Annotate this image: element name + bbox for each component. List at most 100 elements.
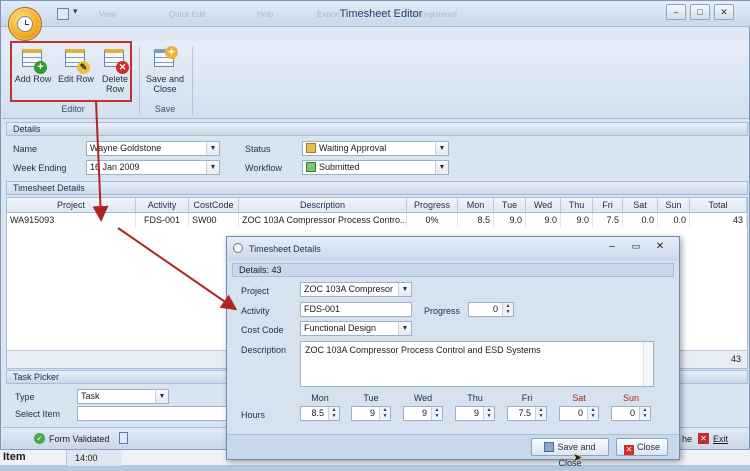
column-header-description[interactable]: Description bbox=[239, 198, 407, 213]
exit-button[interactable]: ✕ Exit bbox=[696, 431, 748, 447]
type-combobox[interactable]: Task ▼ bbox=[77, 389, 169, 404]
column-header-total[interactable]: Total bbox=[690, 198, 747, 213]
column-header-activity[interactable]: Activity bbox=[136, 198, 189, 213]
status-combobox[interactable]: Waiting Approval ▼ bbox=[302, 141, 449, 156]
exit-icon: ✕ bbox=[698, 433, 709, 444]
column-header-sat[interactable]: Sat bbox=[623, 198, 658, 213]
ribbon-tab-strip bbox=[2, 27, 749, 41]
day-label-sat: Sat bbox=[572, 393, 586, 403]
spinner-arrows-icon[interactable]: ▲ ▼ bbox=[431, 407, 442, 420]
table-cell-thu[interactable]: 9.0 bbox=[561, 213, 593, 227]
save-and-close-button[interactable]: Save and Close bbox=[531, 438, 609, 468]
hours-value: 0 bbox=[629, 408, 635, 418]
close-icon: ✕ bbox=[623, 445, 634, 455]
activity-field[interactable]: FDS-001 bbox=[300, 302, 412, 317]
spinner-arrows-icon[interactable]: ▲ ▼ bbox=[535, 407, 546, 420]
type-label: Type bbox=[15, 392, 35, 402]
workflow-combobox[interactable]: Submitted ▼ bbox=[302, 160, 449, 175]
dialog-close-icon[interactable]: ✕ bbox=[653, 241, 667, 253]
name-value: Wayne Goldstone bbox=[90, 143, 162, 153]
progress-spinner[interactable]: 0 ▲ ▼ bbox=[468, 302, 514, 317]
details-header: Details bbox=[6, 122, 748, 136]
spinner-arrows-icon[interactable]: ▲ ▼ bbox=[328, 407, 339, 420]
exit-label: Exit bbox=[713, 434, 729, 444]
day-label-wed: Wed bbox=[413, 393, 433, 403]
check-icon: ✓ bbox=[34, 433, 45, 444]
quick-access-save-icon[interactable] bbox=[57, 8, 69, 20]
chevron-down-icon[interactable]: ▼ bbox=[435, 142, 448, 155]
hours-value: 9 bbox=[369, 408, 375, 418]
table-cell-total[interactable]: 43 bbox=[690, 213, 747, 227]
table-cell-costcode[interactable]: SW00 bbox=[189, 213, 239, 227]
description-scrollbar[interactable] bbox=[643, 342, 653, 386]
application-menu-button[interactable] bbox=[8, 7, 42, 41]
week-ending-date-picker[interactable]: 16 Jan 2009 ▼ bbox=[86, 160, 220, 175]
waiting-icon bbox=[306, 143, 316, 153]
spinner-arrows-icon[interactable]: ▲ ▼ bbox=[502, 303, 513, 316]
chevron-down-icon[interactable]: ▼ bbox=[206, 161, 219, 174]
column-header-progress[interactable]: Progress bbox=[407, 198, 458, 213]
column-header-wed[interactable]: Wed bbox=[526, 198, 561, 213]
chevron-down-icon[interactable]: ▼ bbox=[398, 283, 411, 296]
hours-spinner-tue[interactable]: 9 ▲ ▼ bbox=[351, 406, 391, 421]
table-cell-sat[interactable]: 0.0 bbox=[623, 213, 658, 227]
spinner-arrows-icon[interactable]: ▲ ▼ bbox=[587, 407, 598, 420]
dialog-maximize-button[interactable]: ▭ bbox=[629, 241, 643, 253]
window-title: Timesheet Editor bbox=[339, 8, 423, 20]
status-value: Waiting Approval bbox=[319, 143, 387, 153]
table-cell-progress[interactable]: 0% bbox=[407, 213, 458, 227]
spinner-arrows-icon[interactable]: ▲ ▼ bbox=[639, 407, 650, 420]
column-header-sun[interactable]: Sun bbox=[658, 198, 690, 213]
name-combobox[interactable]: Wayne Goldstone ▼ bbox=[86, 141, 220, 156]
chevron-down-icon[interactable]: ▼ bbox=[435, 161, 448, 174]
chevron-down-icon[interactable]: ▼ bbox=[206, 142, 219, 155]
background-item-label: Item bbox=[3, 451, 26, 463]
hours-spinner-mon[interactable]: 8.5 ▲ ▼ bbox=[300, 406, 340, 421]
hours-spinner-wed[interactable]: 9 ▲ ▼ bbox=[403, 406, 443, 421]
minimize-button[interactable]: – bbox=[666, 4, 686, 20]
close-button-label: Close bbox=[636, 442, 660, 452]
cost-code-combobox[interactable]: Functional Design ▼ bbox=[300, 321, 412, 336]
week-ending-label: Week Ending bbox=[13, 163, 67, 173]
dialog-title: Timesheet Details bbox=[249, 244, 321, 254]
column-header-thu[interactable]: Thu bbox=[561, 198, 593, 213]
project-combobox[interactable]: ZOC 103A Compresor ▼ bbox=[300, 282, 412, 297]
dialog-minimize-button[interactable]: – bbox=[605, 241, 619, 253]
ghost-tab: View bbox=[99, 10, 117, 19]
name-label: Name bbox=[13, 144, 38, 154]
table-cell-fri[interactable]: 7.5 bbox=[593, 213, 623, 227]
table-cell-description[interactable]: ZOC 103A Compressor Process Contro... bbox=[239, 213, 407, 227]
column-header-costcode[interactable]: CostCode bbox=[189, 198, 239, 213]
spinner-arrows-icon[interactable]: ▲ ▼ bbox=[379, 407, 390, 420]
table-cell-activity[interactable]: FDS-001 bbox=[136, 213, 189, 227]
table-cell-wed[interactable]: 9.0 bbox=[526, 213, 561, 227]
save-and-close-ribbon-button[interactable]: ✦ Save and Close bbox=[144, 46, 186, 94]
mouse-cursor-icon: ➤ bbox=[573, 452, 583, 464]
description-textarea[interactable]: ZOC 103A Compressor Process Control and … bbox=[300, 341, 654, 387]
hours-label: Hours bbox=[241, 410, 266, 420]
select-item-field[interactable] bbox=[77, 406, 237, 421]
quick-access-dropdown-icon[interactable]: ▾ bbox=[73, 6, 78, 17]
close-window-button[interactable]: ✕ bbox=[714, 4, 734, 20]
column-header-mon[interactable]: Mon bbox=[458, 198, 494, 213]
column-header-tue[interactable]: Tue bbox=[494, 198, 526, 213]
hours-spinner-fri[interactable]: 7.5 ▲ ▼ bbox=[507, 406, 547, 421]
hours-spinner-thu[interactable]: 9 ▲ ▼ bbox=[455, 406, 495, 421]
column-header-project[interactable]: Project bbox=[7, 198, 136, 213]
table-cell-sun[interactable]: 0.0 bbox=[658, 213, 690, 227]
chevron-down-icon[interactable]: ▼ bbox=[398, 322, 411, 335]
hours-spinner-sat[interactable]: 0 ▲ ▼ bbox=[559, 406, 599, 421]
maximize-button[interactable]: □ bbox=[690, 4, 710, 20]
cost-code-label: Cost Code bbox=[241, 325, 284, 335]
chevron-down-icon[interactable]: ▼ bbox=[155, 390, 168, 403]
editor-group-label: Editor bbox=[61, 104, 85, 114]
hours-spinner-sun[interactable]: 0 ▲ ▼ bbox=[611, 406, 651, 421]
spinner-arrows-icon[interactable]: ▲ ▼ bbox=[483, 407, 494, 420]
table-cell-project[interactable]: WA915093 bbox=[7, 213, 136, 227]
table-cell-mon[interactable]: 8.5 bbox=[458, 213, 494, 227]
column-header-fri[interactable]: Fri bbox=[593, 198, 623, 213]
table-cell-tue[interactable]: 9.0 bbox=[494, 213, 526, 227]
close-button[interactable]: ✕ Close bbox=[616, 438, 668, 456]
activity-value: FDS-001 bbox=[304, 304, 341, 314]
editor-group-highlight bbox=[10, 41, 132, 102]
